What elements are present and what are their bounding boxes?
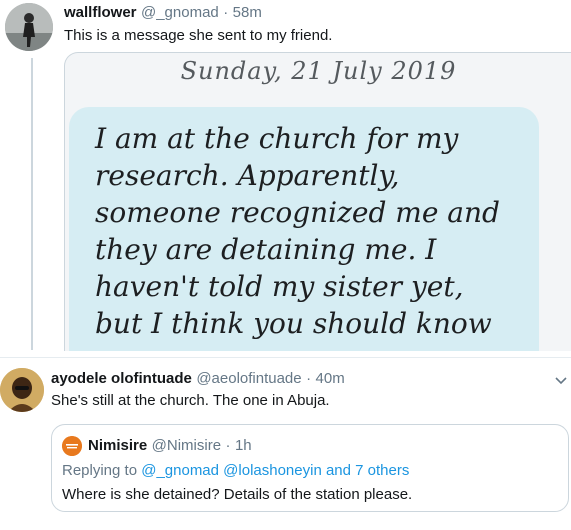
display-name[interactable]: ayodele olofintuade	[51, 370, 192, 387]
display-name[interactable]: wallflower	[64, 4, 137, 21]
user-handle[interactable]: @_gnomad	[141, 4, 219, 21]
tweet-header: wallflower @_gnomad · 58m	[64, 4, 262, 22]
brand-logo-icon	[62, 436, 82, 456]
quoted-avatar	[62, 436, 82, 456]
replying-prefix: Replying to	[62, 462, 138, 479]
avatar-photo-icon	[5, 3, 53, 51]
avatar-photo-icon	[0, 368, 44, 412]
separator: ·	[223, 4, 229, 21]
separator: ·	[306, 370, 312, 387]
tweet-image[interactable]: Sunday, 21 July 2019 I am at the church …	[64, 52, 571, 351]
timestamp[interactable]: 40m	[316, 370, 345, 387]
message-date: Sunday, 21 July 2019	[180, 57, 457, 85]
timestamp[interactable]: 58m	[233, 4, 262, 21]
separator: ·	[225, 437, 231, 454]
tweet-text: She's still at the church. The one in Ab…	[51, 392, 330, 409]
tweet-wallflower: wallflower @_gnomad · 58m This is a mess…	[0, 0, 571, 357]
quoted-display-name: Nimisire	[88, 437, 148, 454]
quoted-tweet[interactable]: Nimisire @Nimisire · 1h Replying to @_gn…	[51, 424, 569, 512]
tweet-header: ayodele olofintuade @aeolofintuade · 40m	[51, 370, 345, 388]
replying-to: Replying to @_gnomad @lolashoneyin and 7…	[62, 462, 409, 479]
quoted-text: Where is she detained? Details of the st…	[62, 486, 413, 503]
avatar[interactable]	[5, 3, 53, 51]
replying-users[interactable]: @_gnomad @lolashoneyin and 7 others	[141, 462, 409, 479]
user-handle[interactable]: @aeolofintuade	[196, 370, 301, 387]
message-text: I am at the church for my research. Appa…	[95, 122, 500, 340]
quoted-timestamp: 1h	[234, 437, 252, 454]
quoted-user-handle: @Nimisire	[151, 437, 222, 454]
avatar[interactable]	[0, 368, 44, 412]
tweet-text: This is a message she sent to my friend.	[64, 27, 333, 44]
thread-line	[31, 58, 33, 350]
chevron-down-icon[interactable]	[553, 372, 569, 388]
quoted-header: Nimisire @Nimisire · 1h	[88, 437, 252, 455]
